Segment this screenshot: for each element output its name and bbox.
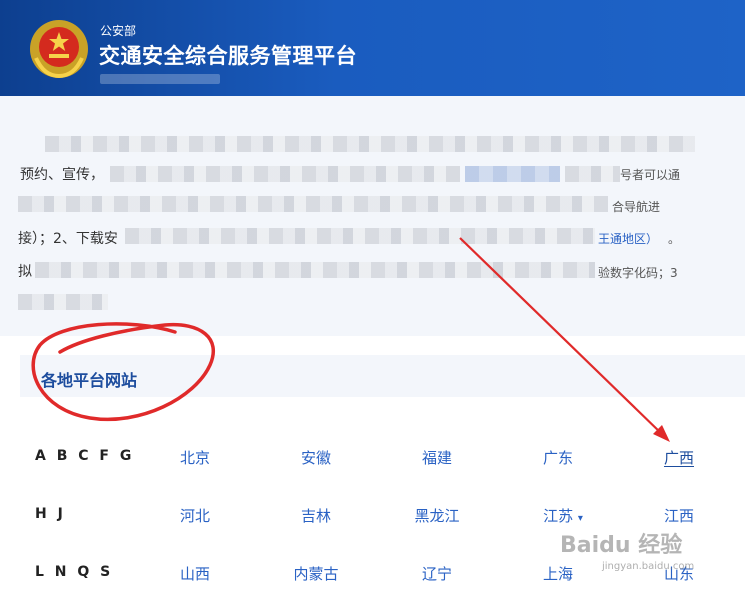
baidu-watermark: Baidu 经验 jingyan.baidu.com [560,525,730,585]
redacted-text [565,166,620,182]
police-emblem-icon [30,20,88,79]
province-link[interactable]: 黑龙江 [397,505,477,526]
letter-index: L N Q S [35,564,114,580]
redacted-link [465,166,560,182]
platform-title[interactable]: 交通安全综合服务管理平台 [99,40,357,70]
redacted-text [110,166,460,182]
redacted-text [45,136,695,152]
notice-panel: 预约、宣传， 号者可以通 合导航进 接）；2、下载安 王通地区） 。 拟 验数字… [0,96,745,336]
letter-index: A B C F G [35,448,135,464]
province-link[interactable]: 江西 [639,505,719,526]
notice-line-4-end: 验数字化码；3 [598,266,678,280]
dropdown-caret-icon: ▾ [577,513,583,524]
watermark-logo: Baidu 经验 [560,533,683,558]
province-link[interactable]: 辽宁 [397,563,477,584]
province-link-guangxi[interactable]: 广西 [639,447,719,468]
ministry-label: 公安部 [100,24,137,38]
redacted-text [35,262,595,278]
notice-line-4: 拟 [18,264,32,280]
province-link[interactable]: 福建 [397,447,477,468]
province-link[interactable]: 内蒙古 [276,563,356,584]
province-label: 江苏 [543,507,574,525]
blurred-subtitle [100,74,220,84]
notice-line-1: 预约、宣传， [20,167,104,183]
notice-line-3: 接）；2、下载安 [18,231,118,247]
province-link[interactable]: 安徽 [276,447,356,468]
section-title: 各地平台网站 [41,371,138,390]
province-link[interactable]: 广东 [518,447,598,468]
notice-line-3-end: 。 [668,232,681,246]
province-dropdown-jiangsu[interactable]: 江苏 ▾ [523,505,603,526]
annotation-arrow-head [653,425,670,442]
regional-sites-heading: 各地平台网站 [20,355,745,397]
watermark-url: jingyan.baidu.com [602,561,695,572]
notice-line-3-link[interactable]: 王通地区） [598,230,658,247]
site-header: 公安部 交通安全综合服务管理平台 [0,0,745,96]
redacted-text [125,228,595,244]
letter-index: H J [35,506,66,522]
province-link[interactable]: 河北 [155,505,235,526]
redacted-text [18,196,608,212]
province-link[interactable]: 山西 [155,563,235,584]
province-link[interactable]: 北京 [155,447,235,468]
notice-line-1-end: 号者可以通 [620,168,681,182]
redacted-text [18,294,108,310]
notice-line-2-end: 合导航进 [612,200,661,214]
province-link[interactable]: 吉林 [276,505,356,526]
